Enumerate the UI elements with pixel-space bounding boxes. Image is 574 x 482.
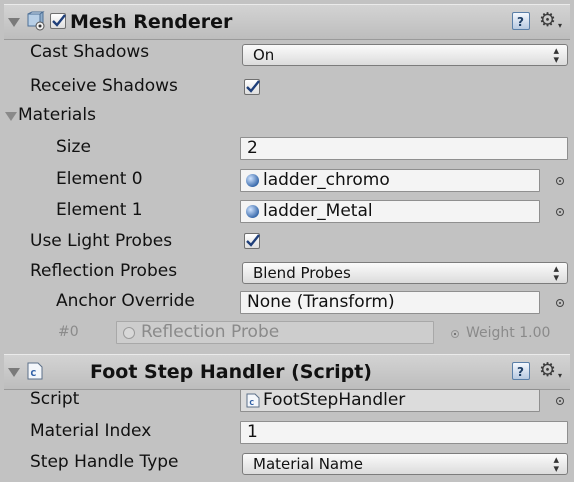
element-1-object-field[interactable]: ladder_Metal (240, 200, 540, 223)
svg-text:?: ? (517, 15, 524, 29)
script-label: Script (30, 389, 80, 409)
svg-text:?: ? (517, 365, 524, 379)
help-book-icon[interactable]: ? (512, 12, 530, 30)
reflection-probe-field: Reflection Probe (116, 321, 434, 344)
cast-shadows-label: Cast Shadows (30, 42, 150, 62)
receive-shadows-checkbox[interactable] (244, 79, 260, 95)
step-handle-type-label: Step Handle Type (30, 452, 179, 472)
size-field[interactable]: 2 (240, 137, 568, 160)
element-0-label: Element 0 (56, 169, 143, 189)
element-1-label: Element 1 (56, 200, 143, 220)
svg-text:c: c (249, 398, 254, 408)
probe-index-label: #0 (58, 324, 79, 340)
material-sphere-icon (246, 205, 259, 218)
dropdown-arrow-icon: ▴ ▾ (553, 453, 559, 475)
element-0-object-field[interactable]: ladder_chromo (240, 169, 540, 192)
object-picker-icon (451, 330, 459, 338)
step-handle-type-value: Material Name (253, 455, 363, 473)
script-icon: c (26, 362, 44, 380)
material-index-label: Material Index (30, 421, 152, 441)
gear-dropdown-arrow-icon[interactable]: ▾ (558, 371, 562, 380)
fold-arrow-icon[interactable] (8, 368, 20, 377)
object-picker-icon[interactable] (556, 177, 564, 185)
anchor-override-object-field[interactable]: None (Transform) (240, 291, 540, 314)
reflection-probes-dropdown[interactable]: Blend Probes ▴ ▾ (242, 262, 568, 284)
materials-fold-arrow-icon[interactable] (5, 112, 17, 121)
dropdown-arrow-icon: ▴ ▾ (553, 262, 559, 284)
checkmark-icon (246, 234, 260, 247)
object-picker-icon[interactable] (556, 299, 564, 307)
reflection-probe-icon (123, 327, 135, 339)
element-1-value: ladder_Metal (263, 201, 373, 221)
mesh-renderer-title: Mesh Renderer (70, 11, 233, 33)
materials-label[interactable]: Materials (18, 105, 96, 125)
foot-step-handler-title: Foot Step Handler (Script) (90, 361, 372, 383)
inspector-panel: Mesh Renderer ? ⚙ ▾ Cast Shadows On ▴ ▾ R… (4, 4, 570, 476)
object-picker-icon[interactable] (556, 208, 564, 216)
anchor-override-label: Anchor Override (56, 291, 195, 311)
script-object-field[interactable]: c FootStepHandler (240, 389, 540, 412)
svg-text:c: c (30, 366, 37, 379)
script-icon: c (246, 393, 260, 408)
help-book-icon[interactable]: ? (512, 362, 530, 380)
mesh-renderer-icon (26, 11, 46, 31)
gear-icon[interactable]: ⚙ (539, 11, 556, 30)
use-light-probes-label: Use Light Probes (30, 231, 173, 251)
weight-label: Weight 1.00 (466, 325, 551, 341)
size-label: Size (56, 137, 91, 157)
gear-dropdown-arrow-icon[interactable]: ▾ (558, 21, 562, 30)
material-sphere-icon (246, 174, 259, 187)
material-index-field[interactable]: 1 (240, 421, 568, 444)
step-handle-type-dropdown[interactable]: Material Name ▴ ▾ (242, 453, 568, 475)
mesh-renderer-header[interactable]: Mesh Renderer ? ⚙ ▾ (4, 4, 570, 40)
dropdown-arrow-icon: ▴ ▾ (553, 44, 559, 66)
use-light-probes-checkbox[interactable] (244, 233, 260, 249)
mesh-renderer-enabled-checkbox[interactable] (50, 13, 66, 29)
checkmark-icon (246, 80, 260, 93)
object-picker-icon[interactable] (556, 397, 564, 405)
cast-shadows-value: On (253, 46, 275, 64)
receive-shadows-label: Receive Shadows (30, 76, 178, 96)
checkmark-icon (52, 14, 66, 27)
reflection-probes-label: Reflection Probes (30, 261, 178, 281)
cast-shadows-dropdown[interactable]: On ▴ ▾ (242, 44, 568, 66)
gear-icon[interactable]: ⚙ (539, 361, 556, 380)
reflection-probe-value: Reflection Probe (141, 322, 280, 342)
fold-arrow-icon[interactable] (8, 18, 20, 27)
reflection-probes-value: Blend Probes (253, 264, 351, 282)
script-value: FootStepHandler (263, 390, 406, 410)
foot-step-handler-header[interactable]: c Foot Step Handler (Script) ? ⚙ ▾ (4, 354, 570, 390)
element-0-value: ladder_chromo (263, 170, 390, 190)
